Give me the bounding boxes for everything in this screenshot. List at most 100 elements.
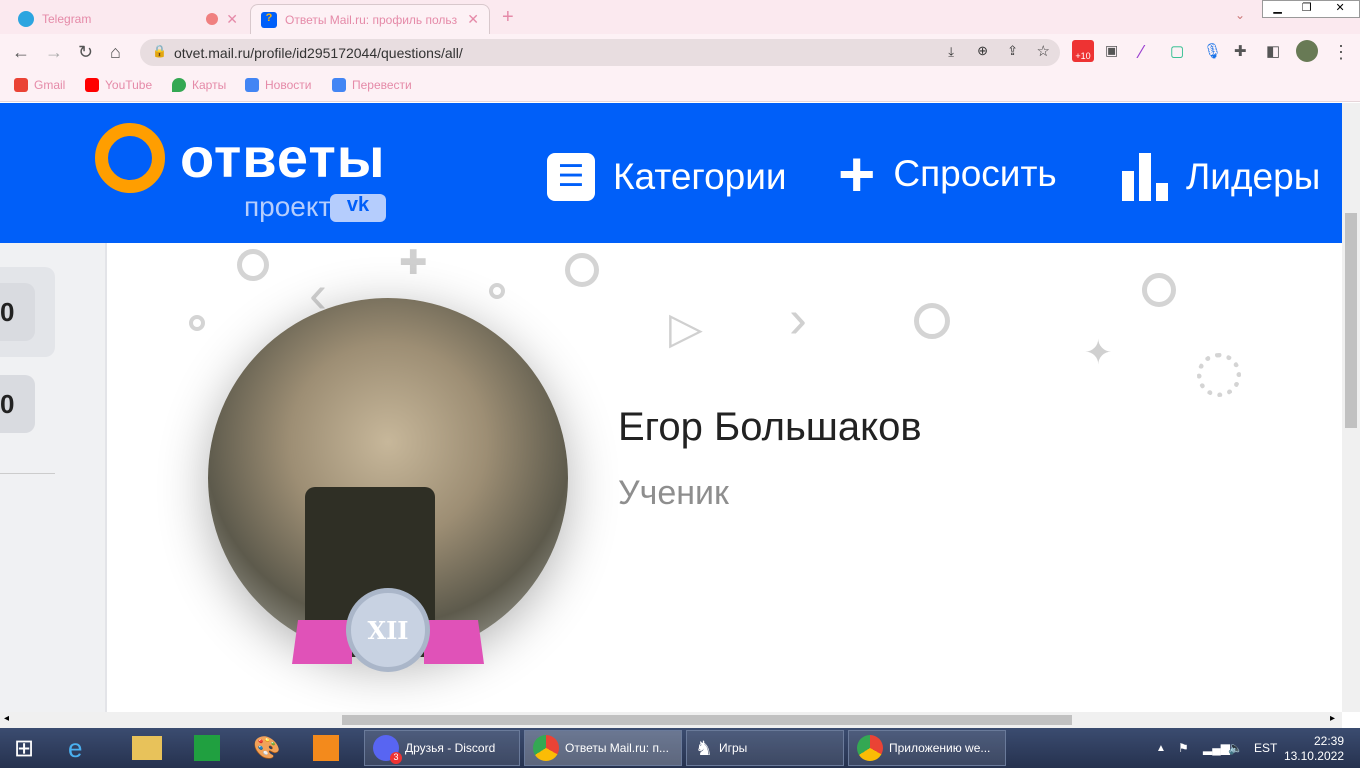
gmail-icon (14, 78, 28, 92)
bar-chart-icon (1122, 153, 1168, 201)
profile-avatar[interactable] (1296, 40, 1318, 62)
lock-icon: 🔒 (152, 44, 167, 58)
restore-button[interactable]: ❐ (1292, 1, 1321, 17)
divider (0, 473, 55, 474)
home-button[interactable]: ⌂ (110, 42, 121, 63)
fl-studio-icon[interactable] (305, 730, 347, 766)
decor-circle (237, 249, 269, 281)
badge-label: XII (367, 615, 409, 645)
nav-ask[interactable]: + Спросить (838, 142, 1057, 206)
bookmark-youtube[interactable]: YouTube (85, 78, 152, 92)
extension-icon-3[interactable]: ▢ (1170, 42, 1184, 60)
start-button[interactable]: ⊞ (6, 730, 42, 766)
decor-plus: ✚ (399, 244, 428, 282)
explorer-icon[interactable] (124, 730, 170, 766)
chrome-icon (533, 735, 559, 761)
store-icon[interactable] (186, 730, 228, 766)
reload-button[interactable]: ↻ (78, 42, 93, 63)
tab-label: Ответы Mail.ru: профиль польз (285, 12, 458, 27)
nav-label: Лидеры (1186, 156, 1321, 197)
scroll-thumb[interactable] (1345, 213, 1357, 428)
language-indicator[interactable]: EST (1246, 730, 1285, 766)
close-window-button[interactable]: ✕ (1321, 1, 1359, 17)
scroll-right-arrow[interactable]: ▸ (1330, 713, 1335, 724)
taskbar-games[interactable]: ♞ Игры (686, 730, 844, 766)
scroll-thumb[interactable] (342, 715, 1072, 725)
tab-bar: Telegram ✕ ? Ответы Mail.ru: профиль пол… (0, 0, 1360, 34)
new-tab-button[interactable]: + (502, 6, 514, 29)
bookmark-gmail[interactable]: Gmail (14, 78, 65, 92)
extension-badge: +10 (1075, 51, 1091, 61)
forward-button[interactable]: → (45, 42, 63, 63)
count-value: 0 (0, 388, 15, 419)
tab-label: Telegram (42, 12, 92, 26)
profile-rank: Ученик (618, 474, 729, 512)
left-sidebar: 0 0 (0, 243, 107, 712)
vk-logo: vk (330, 194, 386, 222)
microphone-icon[interactable]: 🎙 (1203, 42, 1222, 60)
zoom-icon[interactable]: ⊕ (977, 43, 988, 59)
bookmark-label: Карты (192, 78, 227, 92)
scroll-left-arrow[interactable]: ◂ (4, 713, 9, 724)
chess-icon: ♞ (695, 737, 713, 760)
bookmark-maps[interactable]: Карты (172, 78, 226, 92)
taskbar-label: Игры (718, 741, 748, 755)
counter-badge[interactable]: 0 (0, 375, 35, 433)
tab-telegram[interactable]: Telegram ✕ (8, 4, 248, 34)
address-bar[interactable]: 🔒 otvet.mail.ru/profile/id295172044/ques… (140, 39, 1060, 66)
close-tab-icon[interactable]: ✕ (226, 11, 238, 28)
pen-extension-icon[interactable]: ⁄ (1140, 42, 1143, 63)
decor-circle (1142, 273, 1176, 307)
minimize-button[interactable]: ▁ (1263, 1, 1292, 17)
share-icon[interactable]: ⇪ (1007, 43, 1018, 59)
nav-leaders[interactable]: Лидеры (1122, 153, 1320, 201)
decor-circle (189, 315, 205, 331)
counter-badge[interactable]: 0 (0, 283, 35, 341)
horizontal-scrollbar[interactable]: ◂ ▸ (0, 712, 1342, 728)
extension-icon[interactable]: +10 (1072, 40, 1094, 62)
taskbar-chrome-2[interactable]: Приложению we... (848, 730, 1006, 766)
logo-text[interactable]: ответы (180, 125, 386, 190)
bookmark-star-icon[interactable]: ☆ (1037, 42, 1050, 60)
level-badge[interactable]: XII (346, 588, 430, 672)
bookmark-label: Перевести (352, 78, 412, 92)
logo-at-icon[interactable] (95, 123, 165, 193)
nav-categories[interactable]: ☰ Категории (547, 153, 787, 201)
action-center-icon[interactable]: ⚑ (1170, 730, 1197, 766)
paint-icon[interactable]: 🎨 (245, 730, 288, 766)
taskbar: ⊞ e 🎨 3 Друзья - Discord Ответы Mail.ru: … (0, 728, 1360, 768)
recording-icon (206, 13, 218, 25)
install-icon[interactable]: ⤓ (948, 44, 954, 60)
close-tab-icon[interactable]: ✕ (467, 11, 479, 28)
language-label: EST (1254, 741, 1278, 755)
chrome-icon (857, 735, 883, 761)
extension-icon-2[interactable]: ▣ (1105, 42, 1118, 59)
back-button[interactable]: ← (12, 42, 30, 63)
bookmark-label: Новости (265, 78, 312, 92)
notification-badge: 3 (390, 752, 402, 764)
otvet-favicon: ? (261, 11, 277, 28)
tab-otvet[interactable]: ? Ответы Mail.ru: профиль польз ✕ (250, 4, 490, 34)
window-controls: ▁ ❐ ✕ (1262, 0, 1360, 18)
menu-icon[interactable]: ⋮ (1332, 42, 1350, 63)
taskbar-discord[interactable]: 3 Друзья - Discord (364, 730, 520, 766)
decor-triangle: ▷ (669, 304, 703, 353)
taskbar-chrome-otvet[interactable]: Ответы Mail.ru: п... (524, 730, 682, 766)
decor-sparkle: ✦ (1084, 334, 1113, 372)
tab-search-icon[interactable]: ⌄ (1235, 8, 1245, 22)
side-panel-icon[interactable]: ◧ (1266, 42, 1280, 60)
ie-icon[interactable]: e (60, 730, 90, 766)
decor-chevron: › (789, 289, 807, 349)
vertical-scrollbar[interactable] (1342, 103, 1360, 712)
bookmark-label: Gmail (34, 78, 66, 92)
logo-subtitle: проект (244, 191, 332, 222)
youtube-icon (85, 78, 99, 92)
telegram-icon (18, 11, 34, 27)
bookmark-news[interactable]: Новости (245, 78, 311, 92)
bookmark-translate[interactable]: Перевести (332, 78, 412, 92)
profile-name: Егор Большаков (618, 405, 922, 449)
extensions-puzzle-icon[interactable]: ✚ (1234, 42, 1247, 60)
clock[interactable]: 22:39 13.10.2022 (1282, 730, 1352, 766)
nav-label: Категории (613, 156, 787, 197)
taskbar-label: Друзья - Discord (405, 741, 496, 755)
